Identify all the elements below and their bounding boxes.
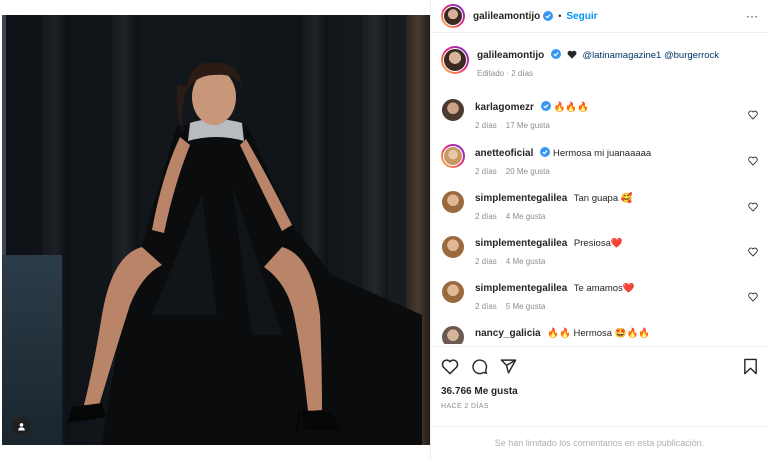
comment-text: Te amamos❤️ — [573, 283, 635, 294]
post-photo[interactable] — [2, 15, 430, 445]
caption-mention-latinamagazine[interactable]: @latinamagazine1 — [583, 50, 662, 61]
heart-icon[interactable] — [748, 156, 758, 166]
comment-row: nancy_galicia 🔥🔥 Hermosa 🤩🔥🔥 — [441, 325, 758, 344]
woman-figure-illustration — [68, 62, 422, 445]
more-options-icon[interactable]: ··· — [746, 9, 758, 23]
like-heart-icon[interactable] — [441, 358, 459, 375]
comment-likes[interactable]: 5 Me gusta — [506, 302, 546, 311]
verified-icon — [551, 49, 562, 59]
likes-count[interactable]: 36.766 Me gusta — [441, 386, 758, 397]
comment-text: 🔥🔥 Hermosa 🤩🔥🔥 — [547, 328, 651, 339]
author-avatar-image — [443, 6, 463, 26]
comment-likes[interactable]: 4 Me gusta — [506, 257, 546, 266]
verified-icon — [540, 147, 551, 157]
comment-row: simplementegalilea Te amamos❤️ 2 días 5 M… — [441, 280, 758, 311]
comment-icon[interactable] — [471, 358, 488, 375]
user-tag-icon — [17, 422, 25, 431]
author-username[interactable]: galileamontijo — [473, 11, 540, 22]
comment-age: 2 días — [475, 302, 497, 311]
comment-avatar-image — [441, 190, 465, 214]
verified-icon — [540, 101, 551, 111]
caption-text: galileamontijo @latinamagazine1 @burgerr… — [477, 49, 758, 62]
header-separator: • — [558, 11, 562, 21]
author-avatar[interactable] — [441, 4, 465, 28]
comment-avatar-image — [441, 235, 465, 259]
comment-text: Presiosa❤️ — [573, 238, 623, 249]
comment-username[interactable]: simplementegalilea — [475, 283, 567, 294]
comment-avatar[interactable] — [441, 325, 465, 344]
heart-icon[interactable] — [748, 292, 758, 302]
post-timestamp: HACE 2 DÍAS — [441, 403, 489, 410]
comment-age: 2 días — [475, 121, 497, 130]
caption-username[interactable]: galileamontijo — [477, 50, 544, 61]
comment-username[interactable]: simplementegalilea — [475, 193, 567, 204]
comment-avatar[interactable] — [441, 235, 465, 259]
comment-username[interactable]: anetteoficial — [475, 148, 533, 159]
post-media-pane — [0, 0, 430, 459]
comments-list[interactable]: galileamontijo @latinamagazine1 @burgerr… — [431, 34, 768, 344]
comment-likes[interactable]: 4 Me gusta — [506, 212, 546, 221]
follow-button[interactable]: Seguir — [566, 11, 597, 22]
heart-icon[interactable] — [748, 202, 758, 212]
comment-row: simplementegalilea Tan guapa 🥰 2 días 4 M… — [441, 190, 758, 221]
comment-username[interactable]: nancy_galicia — [475, 328, 541, 339]
comment-avatar-image — [441, 98, 465, 122]
share-icon[interactable] — [500, 358, 517, 375]
post-side-panel: galileamontijo • Seguir ··· galileamonti… — [430, 0, 768, 459]
caption-row: galileamontijo @latinamagazine1 @burgerr… — [441, 46, 758, 78]
heart-icon[interactable] — [748, 247, 758, 257]
action-icon-bar — [441, 355, 758, 377]
comment-row: simplementegalilea Presiosa❤️ 2 días 4 Me… — [441, 235, 758, 266]
post-header: galileamontijo • Seguir ··· — [431, 0, 768, 33]
black-heart-icon — [567, 50, 577, 59]
comment-row: karlagomezr 🔥🔥🔥 2 días 17 Me gusta — [441, 98, 758, 130]
comment-username[interactable]: karlagomezr — [475, 102, 534, 113]
comment-avatar-image — [441, 325, 465, 344]
caption-mention-burgerrock[interactable]: @burgerrock — [664, 50, 719, 61]
comment-likes[interactable]: 20 Me gusta — [506, 167, 550, 176]
comment-avatar[interactable] — [441, 98, 465, 122]
comment-avatar-image — [443, 146, 463, 166]
user-tag-button[interactable] — [12, 417, 30, 435]
post-actions: 36.766 Me gusta HACE 2 DÍAS — [431, 346, 768, 426]
comment-avatar[interactable] — [441, 144, 465, 168]
caption-avatar[interactable] — [441, 46, 469, 74]
caption-meta: Editado · 2 días — [477, 69, 534, 78]
comment-age: 2 días — [475, 257, 497, 266]
comment-text: 🔥🔥🔥 — [553, 102, 590, 113]
comment-text: Tan guapa 🥰 — [573, 193, 633, 204]
comment-row: anetteoficial Hermosa mi juanaaaaa 2 día… — [441, 144, 758, 176]
heart-icon[interactable] — [748, 110, 758, 120]
comment-age: 2 días — [475, 167, 497, 176]
save-icon[interactable] — [743, 358, 758, 375]
caption-avatar-image — [443, 48, 467, 72]
comment-age: 2 días — [475, 212, 497, 221]
comments-limited-notice: Se han limitado los comentarios en esta … — [431, 426, 768, 459]
comment-avatar[interactable] — [441, 280, 465, 304]
comment-avatar[interactable] — [441, 190, 465, 214]
comment-text: Hermosa mi juanaaaaa — [553, 148, 652, 159]
comment-avatar-image — [441, 280, 465, 304]
comment-likes[interactable]: 17 Me gusta — [506, 121, 550, 130]
verified-icon — [543, 11, 554, 21]
comment-username[interactable]: simplementegalilea — [475, 238, 567, 249]
